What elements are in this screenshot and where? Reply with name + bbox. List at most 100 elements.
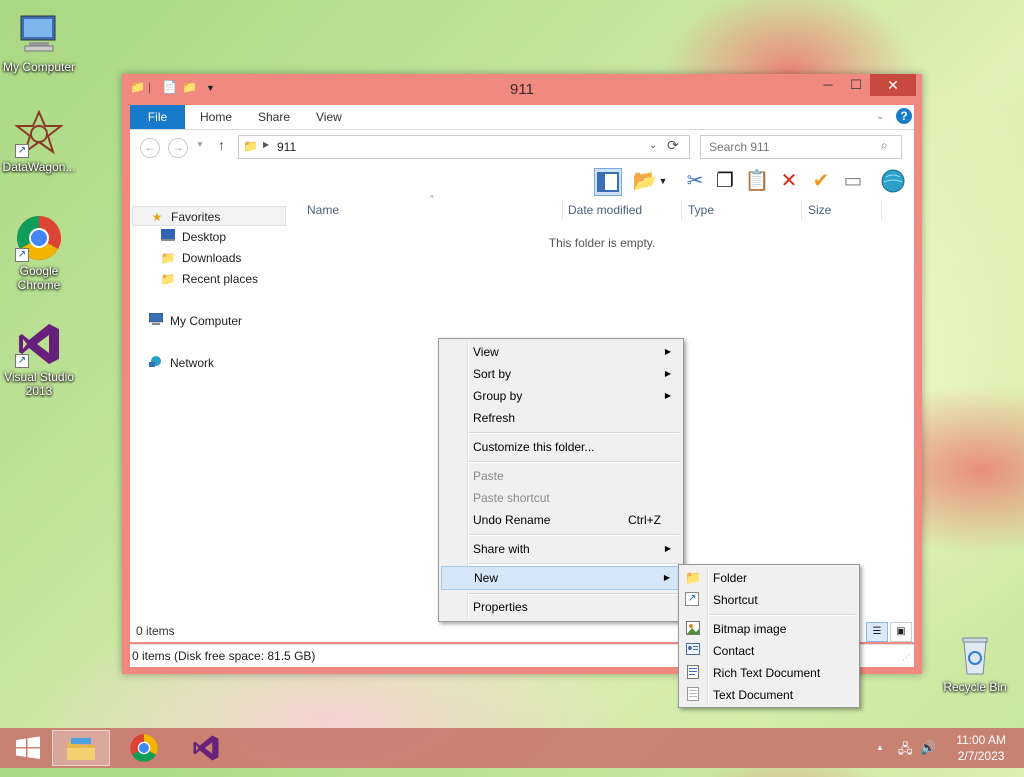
nav-favorites[interactable]: ★ Favorites [132, 206, 286, 226]
window-title: 911 [510, 81, 534, 98]
menu-item-paste[interactable]: Paste [441, 465, 681, 487]
clock-time: 11:00 AM [956, 733, 1006, 747]
folder-icon: 📁 [685, 570, 702, 585]
up-button[interactable]: ↑ [218, 137, 225, 153]
context-menu: View ▶ Sort by ▶ Group by ▶ Refresh Customi… [438, 338, 684, 622]
details-view-button[interactable]: ☰ [866, 622, 888, 642]
column-header-type[interactable]: Type [682, 200, 802, 220]
new-shortcut-item[interactable]: ↗ Shortcut [681, 589, 857, 611]
taskbar: ▲ 🖧 🔊 11:00 AM 2/7/2023 [0, 728, 1024, 768]
column-header-name[interactable]: Name [301, 200, 563, 220]
folder-icon: 📁 [243, 139, 258, 153]
nav-downloads[interactable]: 📁 Downloads [160, 248, 242, 268]
title-bar[interactable]: 📁 | 📄 📁 ▼ 911 ─ ☐ ✕ [122, 74, 922, 104]
tab-file[interactable]: File [130, 105, 185, 129]
address-field[interactable]: 📁 ▶ 911 ⌄ ⟳ [238, 135, 690, 159]
taskbar-chrome[interactable] [116, 730, 172, 766]
desktop-icon [160, 227, 176, 247]
menu-item-undo-rename[interactable]: Undo Rename Ctrl+Z [441, 509, 681, 531]
tab-view[interactable]: View [316, 105, 342, 129]
computer-icon [148, 311, 164, 331]
column-header-size[interactable]: Size [802, 200, 882, 220]
text-document-icon [685, 687, 701, 703]
show-hidden-icons-icon[interactable]: ▲ [876, 743, 884, 752]
menu-item-new[interactable]: New ▶ [441, 566, 681, 590]
submenu-arrow-icon: ▶ [664, 347, 671, 356]
forward-button[interactable]: → [168, 138, 188, 158]
new-submenu: 📁 Folder ↗ Shortcut Bitmap image Contact R… [678, 564, 860, 708]
recent-places-icon: 📁 [160, 272, 176, 286]
breadcrumb[interactable]: 911 [277, 140, 296, 154]
new-contact-item[interactable]: Contact [681, 640, 857, 662]
refresh-icon[interactable]: ⟳ [667, 137, 679, 154]
cut-icon[interactable]: ✂ [682, 168, 708, 194]
paste-icon[interactable]: 📋 [744, 168, 770, 194]
tab-home[interactable]: Home [200, 105, 232, 129]
close-button[interactable]: ✕ [870, 74, 916, 96]
new-bitmap-item[interactable]: Bitmap image [681, 618, 857, 640]
network-globe-icon[interactable] [880, 168, 906, 194]
nav-recent-places[interactable]: 📁 Recent places [160, 269, 259, 289]
folder-options-dropdown-icon[interactable]: ▼ [656, 168, 670, 194]
new-folder-item[interactable]: 📁 Folder [681, 567, 857, 589]
resize-grip-icon[interactable]: ⋰ [902, 653, 910, 662]
expand-ribbon-icon[interactable]: ⌄ [876, 105, 884, 129]
search-placeholder: Search 911 [709, 140, 770, 154]
copy-icon[interactable]: ❐ [712, 168, 738, 194]
system-clock[interactable]: 11:00 AM 2/7/2023 [956, 732, 1006, 764]
volume-icon[interactable]: 🔊 [920, 740, 936, 756]
menu-item-properties[interactable]: Properties [441, 596, 681, 618]
submenu-arrow-icon: ▶ [664, 544, 671, 553]
desktop-icon-label: Visual Studio 2013 [4, 370, 74, 398]
folder-options-icon[interactable]: 📂 [632, 168, 658, 194]
menu-item-refresh[interactable]: Refresh [441, 407, 681, 429]
rename-icon[interactable]: ▭ [840, 168, 866, 194]
menu-item-customize[interactable]: Customize this folder... [441, 436, 681, 458]
shortcut-arrow-icon: ↗ [15, 354, 29, 368]
tab-share[interactable]: Share [258, 105, 290, 129]
recent-locations-icon[interactable]: ▼ [196, 140, 204, 149]
ribbon-tabs: File Home Share View ⌄ ? [130, 105, 914, 130]
check-icon[interactable]: ✔ [808, 168, 834, 194]
submenu-arrow-icon: ▶ [664, 369, 671, 378]
taskbar-file-explorer[interactable] [52, 730, 110, 766]
computer-icon [15, 10, 63, 58]
network-icon [148, 353, 164, 373]
help-icon[interactable]: ? [896, 108, 912, 124]
back-button[interactable]: ← [140, 138, 160, 158]
menu-item-group-by[interactable]: Group by ▶ [441, 385, 681, 407]
desktop-icon-datawagon[interactable]: ↗ DataWagon... [0, 109, 78, 174]
new-rtf-item[interactable]: Rich Text Document [681, 662, 857, 684]
search-input[interactable]: Search 911 ⌕ [700, 135, 902, 159]
desktop-icon-google-chrome[interactable]: ↗ Google Chrome [0, 214, 78, 292]
new-text-document-item[interactable]: Text Document [681, 684, 857, 706]
minimize-button[interactable]: ─ [814, 74, 842, 96]
desktop-icon-visual-studio[interactable]: ↗ Visual Studio 2013 [0, 320, 78, 398]
desktop-icon-my-computer[interactable]: My Computer [0, 10, 78, 74]
desktop-icon-label: DataWagon... [2, 160, 76, 174]
column-header-date[interactable]: Date modified [562, 200, 682, 220]
desktop-icon-recycle-bin[interactable]: Recycle Bin [936, 630, 1014, 694]
contact-icon [685, 643, 701, 659]
star-icon: ★ [151, 210, 163, 224]
menu-item-sort-by[interactable]: Sort by ▶ [441, 363, 681, 385]
menu-item-paste-shortcut[interactable]: Paste shortcut [441, 487, 681, 509]
maximize-button[interactable]: ☐ [842, 74, 870, 96]
nav-network[interactable]: Network [148, 353, 214, 373]
network-status-icon[interactable]: 🖧 [898, 740, 913, 762]
desktop-icon-label: Recycle Bin [943, 680, 1007, 694]
search-icon[interactable]: ⌕ [881, 138, 888, 153]
shortcut-icon: ↗ [685, 592, 699, 606]
nav-my-computer[interactable]: My Computer [148, 311, 242, 331]
items-count: 0 items [136, 624, 175, 638]
submenu-arrow-icon: ▶ [663, 573, 670, 582]
large-icons-view-button[interactable]: ▣ [890, 622, 912, 642]
address-dropdown-icon[interactable]: ⌄ [649, 140, 657, 151]
delete-icon[interactable]: ✕ [776, 168, 802, 194]
taskbar-visual-studio[interactable] [178, 730, 234, 766]
menu-item-share-with[interactable]: Share with ▶ [441, 538, 681, 560]
menu-item-view[interactable]: View ▶ [441, 341, 681, 363]
start-button[interactable] [0, 730, 56, 766]
file-explorer-icon [67, 738, 95, 760]
preview-pane-icon[interactable] [594, 168, 622, 196]
